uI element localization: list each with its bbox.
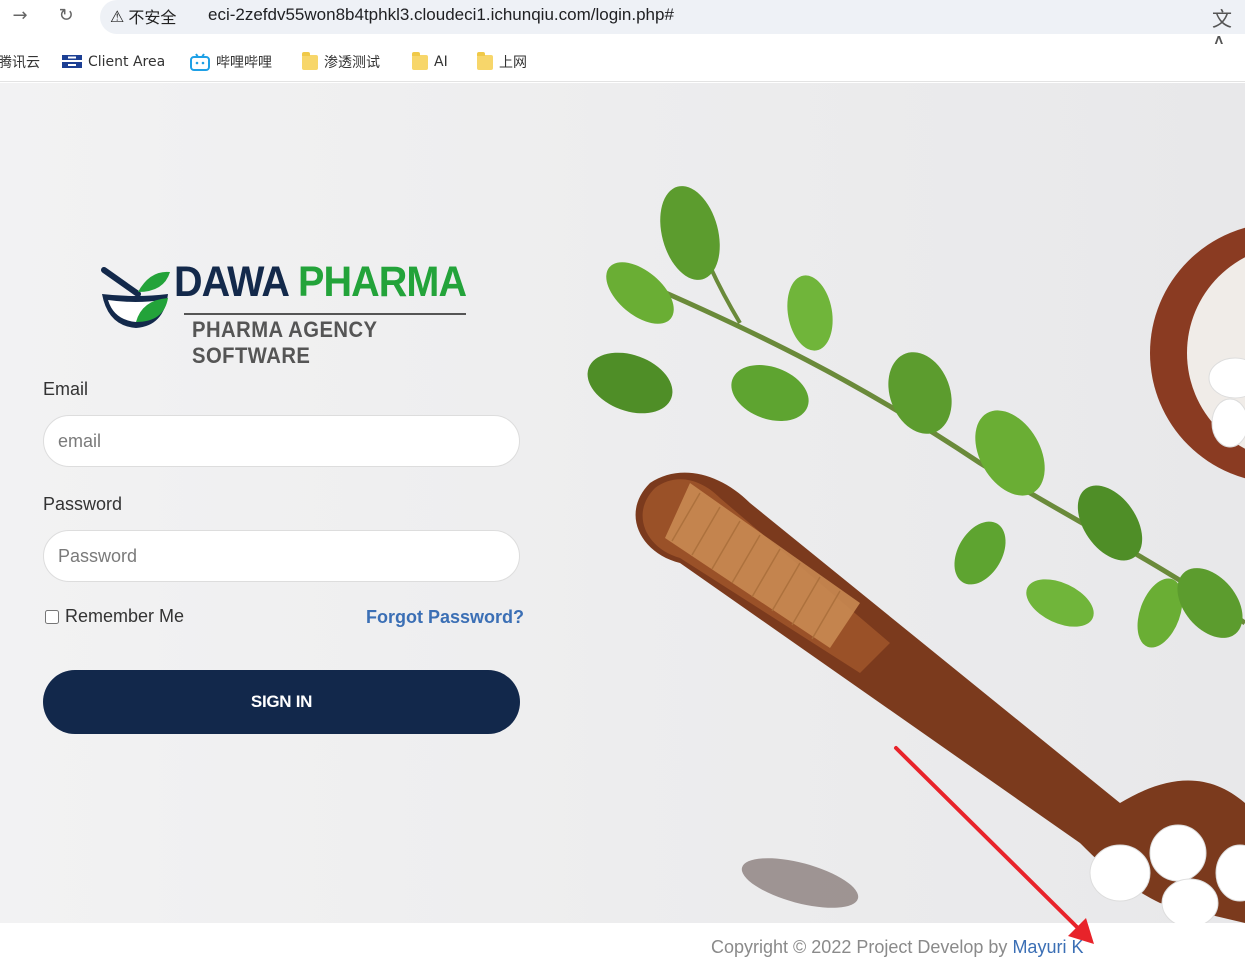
url-text[interactable]: eci-2zefdv55won8b4tphkl3.cloudeci1.ichun… [208, 4, 674, 26]
password-label: Password [43, 494, 123, 514]
bookmark-client-area[interactable]: Client Area [62, 52, 165, 72]
bilibili-icon [190, 53, 210, 71]
folder-icon [412, 51, 428, 70]
bookmark-folder-pentest[interactable]: 渗透测试 [302, 51, 380, 72]
security-label: 不安全 [128, 8, 177, 27]
bookmark-label: 腾讯云 [0, 55, 40, 71]
copyright-text: Copyright © 2022 Project Develop by Mayu… [711, 937, 1083, 958]
author-link[interactable]: Mayuri K [1012, 937, 1083, 957]
bookmark-tencent-cloud[interactable]: 腾讯云 [0, 52, 40, 72]
reload-icon[interactable]: ↻ [54, 4, 78, 28]
copyright-prefix: Copyright © 2022 Project Develop by [711, 937, 1008, 957]
dawa-pharma-logo: DAWA PHARMA PHARMA AGENCY SOFTWARE [98, 258, 478, 368]
bookmark-label: AI [434, 54, 448, 70]
email-label: Email [43, 379, 89, 399]
bookmark-label: 上网 [499, 55, 527, 71]
remember-me[interactable]: Remember Me [45, 606, 184, 627]
client-area-icon [62, 55, 82, 68]
bookmark-folder-internet[interactable]: 上网 [477, 51, 527, 72]
logo-word-dawa: DAWA [174, 258, 290, 306]
login-page: DAWA PHARMA PHARMA AGENCY SOFTWARE Email… [0, 83, 1245, 923]
herbal-background-photo [587, 186, 1245, 923]
email-input[interactable] [43, 415, 520, 467]
sign-in-button[interactable]: SIGN IN [43, 670, 520, 734]
forward-icon[interactable]: → [8, 4, 32, 28]
logo-tagline: PHARMA AGENCY SOFTWARE [192, 317, 378, 368]
folder-icon [477, 51, 493, 70]
forgot-password-link[interactable]: Forgot Password? [366, 607, 524, 628]
bookmarks-bar: 腾讯云 Client Area 哔哩哔哩 渗透测试 AI 上网 [0, 44, 1245, 82]
bookmark-label: Client Area [88, 54, 166, 70]
bookmark-label: 哔哩哔哩 [216, 55, 272, 71]
bookmark-folder-ai[interactable]: AI [412, 51, 448, 72]
bookmark-bilibili[interactable]: 哔哩哔哩 [190, 52, 272, 72]
footer: Copyright © 2022 Project Develop by Mayu… [0, 923, 1245, 962]
logo-word-pharma: PHARMA [298, 258, 467, 306]
logo-divider [184, 313, 466, 315]
browser-toolbar: → ↻ ⚠ 不安全 eci-2zefdv55won8b4tphkl3.cloud… [0, 0, 1245, 56]
warning-icon: ⚠ [110, 6, 125, 26]
remember-me-checkbox[interactable] [45, 609, 59, 624]
password-input[interactable] [43, 530, 520, 582]
remember-me-label: Remember Me [65, 606, 185, 626]
folder-icon [302, 51, 318, 70]
security-indicator[interactable]: ⚠ 不安全 [110, 4, 176, 28]
bookmark-label: 渗透测试 [324, 55, 380, 71]
mortar-pestle-icon [101, 267, 170, 328]
